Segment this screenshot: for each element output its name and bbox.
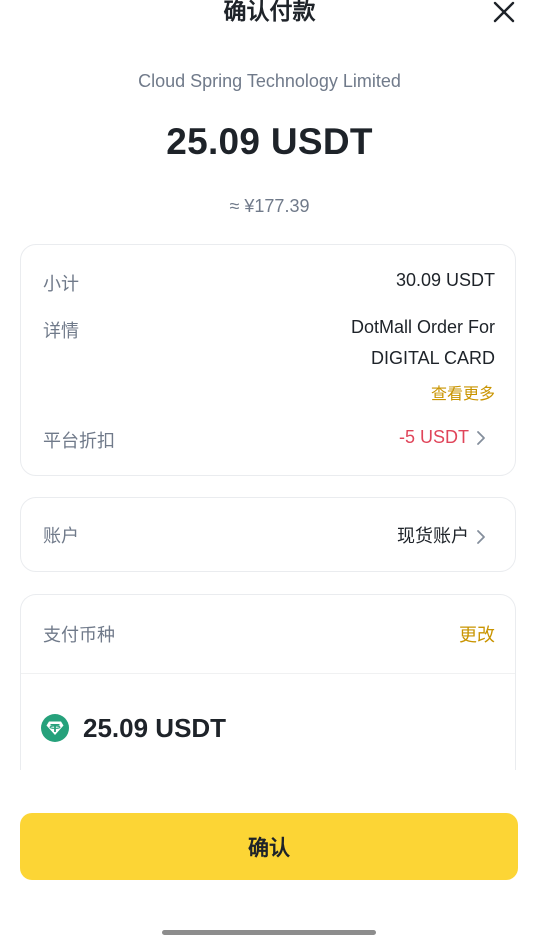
- account-card[interactable]: 账户 现货账户: [20, 497, 516, 572]
- divider: [21, 673, 515, 674]
- currency-amount: 25.09 USDT: [83, 712, 227, 743]
- discount-row[interactable]: -5 USDT: [399, 427, 487, 448]
- home-indicator: [162, 930, 376, 935]
- detail-label: 详情: [43, 321, 79, 341]
- view-more-link[interactable]: 查看更多: [431, 380, 495, 404]
- confirm-button[interactable]: 确认: [20, 813, 518, 880]
- change-currency-button[interactable]: 更改: [459, 621, 495, 647]
- page-title: 确认付款: [223, 0, 316, 24]
- chevron-right-icon: [475, 429, 487, 447]
- scroll-mask: [0, 770, 539, 800]
- account-label: 账户: [43, 526, 79, 546]
- currency-label: 支付币种: [43, 625, 115, 645]
- payment-currency-card: 支付币种 更改 25.09 USDT: [20, 594, 516, 794]
- discount-label: 平台折扣: [43, 431, 115, 451]
- tether-icon: [41, 714, 69, 742]
- detail-line-1: DotMall Order For: [350, 317, 495, 337]
- close-button[interactable]: [490, 0, 518, 24]
- chevron-right-icon: [475, 528, 487, 546]
- account-value: 现货账户: [397, 526, 469, 546]
- payment-amount: 25.09 USDT: [166, 121, 373, 162]
- merchant-name: Cloud Spring Technology Limited: [138, 71, 401, 91]
- subtotal-label: 小计: [43, 274, 79, 294]
- subtotal-value: 30.09 USDT: [395, 270, 495, 290]
- selected-currency: 25.09 USDT: [41, 711, 226, 745]
- detail-line-2: DIGITAL CARD: [370, 348, 495, 368]
- fiat-equivalent: ≈ ¥177.39: [229, 196, 310, 216]
- close-icon: [493, 1, 515, 23]
- order-details-card: 小计 30.09 USDT 详情 DotMall Order For DIGIT…: [20, 244, 516, 476]
- account-selector[interactable]: 现货账户: [397, 522, 487, 548]
- discount-value: -5 USDT: [398, 427, 469, 447]
